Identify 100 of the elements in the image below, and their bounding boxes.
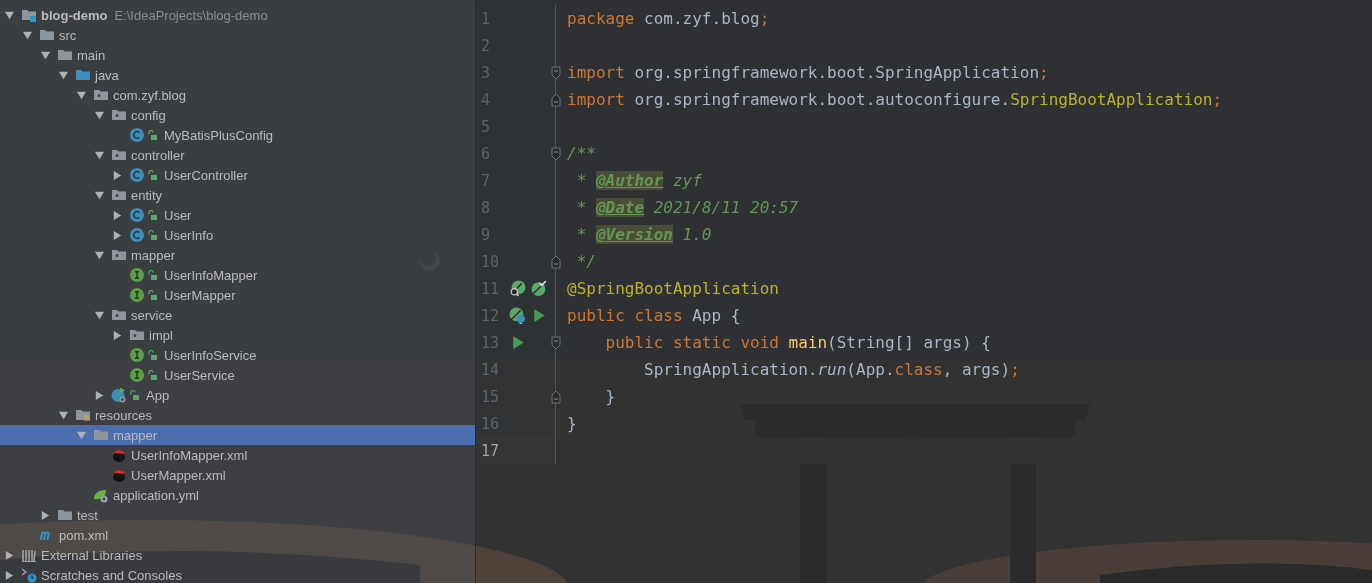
class-icon xyxy=(129,227,145,243)
code-line: public static void main(String[] args) { xyxy=(604,332,992,354)
tree-item[interactable]: External Libraries xyxy=(0,545,475,565)
tree-item[interactable]: java xyxy=(0,65,475,85)
tree-item[interactable]: Scratches and Consoles xyxy=(0,565,475,583)
code-line: } xyxy=(604,386,617,408)
code-line: @SpringBootApplication xyxy=(567,278,780,300)
code-line: * @Author zyf xyxy=(575,170,703,192)
expanded-arrow-icon[interactable] xyxy=(94,149,105,161)
tree-item[interactable]: main xyxy=(0,45,475,65)
class-icon xyxy=(129,167,145,183)
tree-item[interactable]: UserService xyxy=(0,365,475,385)
tree-item[interactable]: blog-demo E:\IdeaProjects\blog-demo xyxy=(0,5,475,25)
package-folder-icon xyxy=(111,247,127,263)
tree-item[interactable]: entity xyxy=(0,185,475,205)
expanded-arrow-icon[interactable] xyxy=(40,49,51,61)
code-line: /** xyxy=(567,143,597,165)
package-folder-icon xyxy=(93,87,109,103)
tree-item[interactable]: controller xyxy=(0,145,475,165)
interface-icon xyxy=(129,267,145,283)
bean-class-icon[interactable] xyxy=(509,307,526,324)
folder-icon xyxy=(93,427,109,443)
tree-item[interactable]: UserInfoMapper xyxy=(0,265,475,285)
leaf-gear-icon xyxy=(93,487,109,503)
fold-marker-icon[interactable] xyxy=(551,65,561,80)
expanded-arrow-icon[interactable] xyxy=(94,249,105,261)
interface-icon xyxy=(129,287,145,303)
collapsed-arrow-icon[interactable] xyxy=(112,329,123,341)
tree-item[interactable]: MyBatisPlusConfig xyxy=(0,125,475,145)
class-icon xyxy=(129,207,145,223)
code-line: import org.springframework.boot.autoconfigure.SpringBootApplication; xyxy=(567,89,1224,111)
resources-folder-icon xyxy=(75,407,91,423)
fold-marker-icon[interactable] xyxy=(551,389,561,404)
fold-marker-icon[interactable] xyxy=(551,146,561,161)
expanded-arrow-icon[interactable] xyxy=(58,409,69,421)
collapsed-arrow-icon[interactable] xyxy=(4,549,15,561)
line-number: 17 xyxy=(481,441,501,460)
expanded-arrow-icon[interactable] xyxy=(94,309,105,321)
tree-item[interactable]: UserMapper.xml xyxy=(0,465,475,485)
folder-icon xyxy=(39,27,55,43)
collapsed-arrow-icon[interactable] xyxy=(4,569,15,581)
folder-icon xyxy=(57,47,73,63)
bean-search-icon[interactable] xyxy=(509,280,526,297)
package-folder-icon xyxy=(111,147,127,163)
interface-icon xyxy=(129,367,145,383)
scratch-clock-icon xyxy=(21,567,37,583)
tree-item[interactable]: pom.xml xyxy=(0,525,475,545)
source-folder-icon xyxy=(75,67,91,83)
bird-icon xyxy=(111,467,127,483)
tree-item[interactable]: src xyxy=(0,25,475,45)
bird-icon xyxy=(111,447,127,463)
folder-icon xyxy=(57,507,73,523)
tree-item[interactable]: App xyxy=(0,385,475,405)
tree-item[interactable]: application.yml xyxy=(0,485,475,505)
collapsed-arrow-icon[interactable] xyxy=(40,509,51,521)
expanded-arrow-icon[interactable] xyxy=(4,9,15,21)
tree-item[interactable]: impl xyxy=(0,325,475,345)
tree-item[interactable]: UserMapper xyxy=(0,285,475,305)
tree-item[interactable]: User xyxy=(0,205,475,225)
tree-item[interactable]: test xyxy=(0,505,475,525)
collapsed-arrow-icon[interactable] xyxy=(94,389,105,401)
tree-item[interactable]: UserInfoMapper.xml xyxy=(0,445,475,465)
class-icon xyxy=(129,127,145,143)
collapsed-arrow-icon[interactable] xyxy=(112,209,123,221)
tree-item[interactable]: UserController xyxy=(0,165,475,185)
package-folder-icon xyxy=(111,307,127,323)
code-line: * @Date 2021/8/11 20:57 xyxy=(575,197,800,219)
package-folder-icon xyxy=(129,327,145,343)
code-line: import org.springframework.boot.SpringApplication; xyxy=(567,62,1050,84)
fold-marker-icon[interactable] xyxy=(551,335,561,350)
tree-item[interactable]: service xyxy=(0,305,475,325)
project-folder-icon xyxy=(21,7,37,23)
tree-item[interactable]: UserInfo xyxy=(0,225,475,245)
code-line: public class App { xyxy=(567,305,742,327)
package-folder-icon xyxy=(111,187,127,203)
project-path: E:\IdeaProjects\blog-demo xyxy=(114,7,268,23)
package-folder-icon xyxy=(111,107,127,123)
fold-marker-icon[interactable] xyxy=(551,92,561,107)
tree-item[interactable]: resources xyxy=(0,405,475,425)
collapsed-arrow-icon[interactable] xyxy=(112,169,123,181)
tree-item[interactable]: mapper xyxy=(0,245,475,265)
expanded-arrow-icon[interactable] xyxy=(76,89,87,101)
expanded-arrow-icon[interactable] xyxy=(58,69,69,81)
spring-class-icon xyxy=(111,387,127,403)
expanded-arrow-icon[interactable] xyxy=(94,189,105,201)
collapsed-arrow-icon[interactable] xyxy=(112,229,123,241)
interface-icon xyxy=(129,347,145,363)
library-bars-icon xyxy=(21,547,37,563)
bean-check-icon[interactable] xyxy=(530,280,547,297)
code-line: SpringApplication.run(App.class, args); xyxy=(643,359,1021,381)
tree-item[interactable]: UserInfoService xyxy=(0,345,475,365)
expanded-arrow-icon[interactable] xyxy=(94,109,105,121)
code-line: * @Version 1.0 xyxy=(575,224,713,246)
tree-item[interactable]: com.zyf.blog xyxy=(0,85,475,105)
code-line: */ xyxy=(575,251,597,273)
expanded-arrow-icon[interactable] xyxy=(22,29,33,41)
code-line: package com.zyf.blog; xyxy=(567,8,771,30)
fold-marker-icon[interactable] xyxy=(551,254,561,269)
tree-item[interactable]: config xyxy=(0,105,475,125)
code-line: } xyxy=(567,413,578,435)
